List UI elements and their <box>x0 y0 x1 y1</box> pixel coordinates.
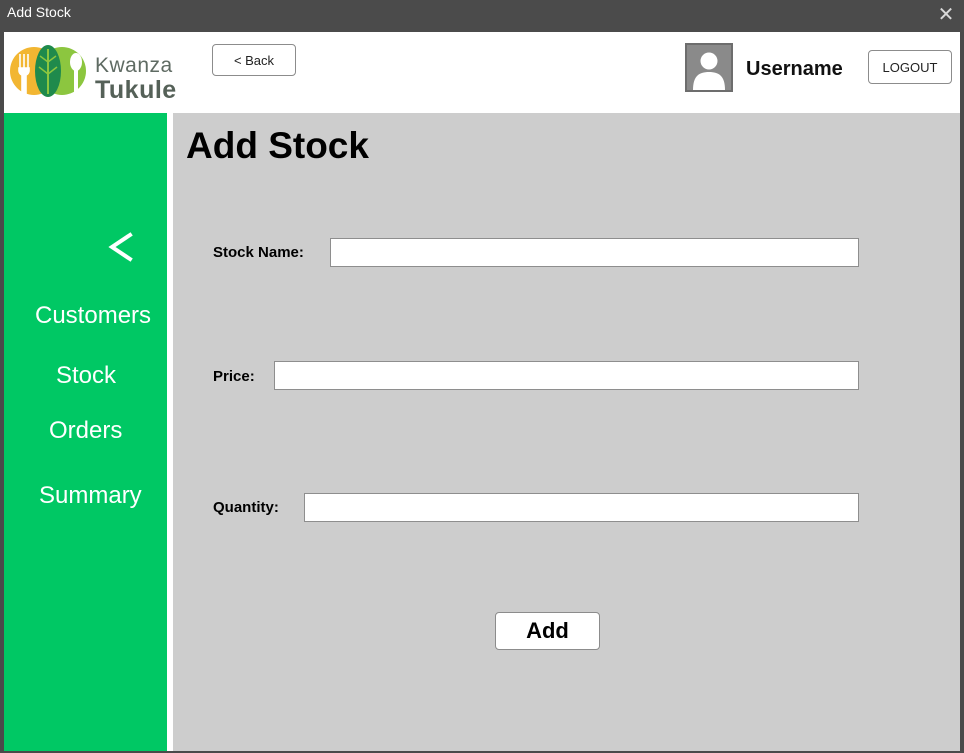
window-title: Add Stock <box>7 4 71 20</box>
sidebar: Customers Stock Orders Summary <box>4 113 167 751</box>
price-label: Price: <box>213 368 255 385</box>
sidebar-item-stock[interactable]: Stock <box>56 362 116 390</box>
quantity-label: Quantity: <box>213 499 279 516</box>
back-button[interactable]: < Back <box>212 44 296 76</box>
app-frame: Kwanza Tukule < Back Username LOGOUT Cus… <box>4 32 960 751</box>
stock-name-label: Stock Name: <box>213 244 304 261</box>
page-title: Add Stock <box>186 125 369 166</box>
logo-icon <box>10 45 86 97</box>
main-content: Add Stock Stock Name: Price: Quantity: A… <box>173 113 960 751</box>
sidebar-item-customers[interactable]: Customers <box>35 302 151 330</box>
brand-logo: Kwanza Tukule <box>8 40 178 104</box>
app-header: Kwanza Tukule < Back Username LOGOUT <box>4 32 960 113</box>
add-button[interactable]: Add <box>495 612 600 650</box>
brand-line-1: Kwanza <box>95 54 173 77</box>
sidebar-item-summary[interactable]: Summary <box>39 482 142 510</box>
price-input[interactable] <box>274 361 859 390</box>
chevron-left-icon[interactable] <box>104 229 138 265</box>
brand-name: Kwanza Tukule <box>95 54 177 104</box>
stock-name-input[interactable] <box>330 238 859 267</box>
window-titlebar: Add Stock ✕ <box>0 0 964 32</box>
user-icon <box>693 52 725 90</box>
close-icon[interactable]: ✕ <box>934 3 958 27</box>
brand-line-2: Tukule <box>95 76 177 104</box>
quantity-input[interactable] <box>304 493 859 522</box>
logout-button[interactable]: LOGOUT <box>868 50 952 84</box>
avatar <box>685 43 733 92</box>
username-label: Username <box>746 58 843 80</box>
sidebar-item-orders[interactable]: Orders <box>49 417 122 445</box>
